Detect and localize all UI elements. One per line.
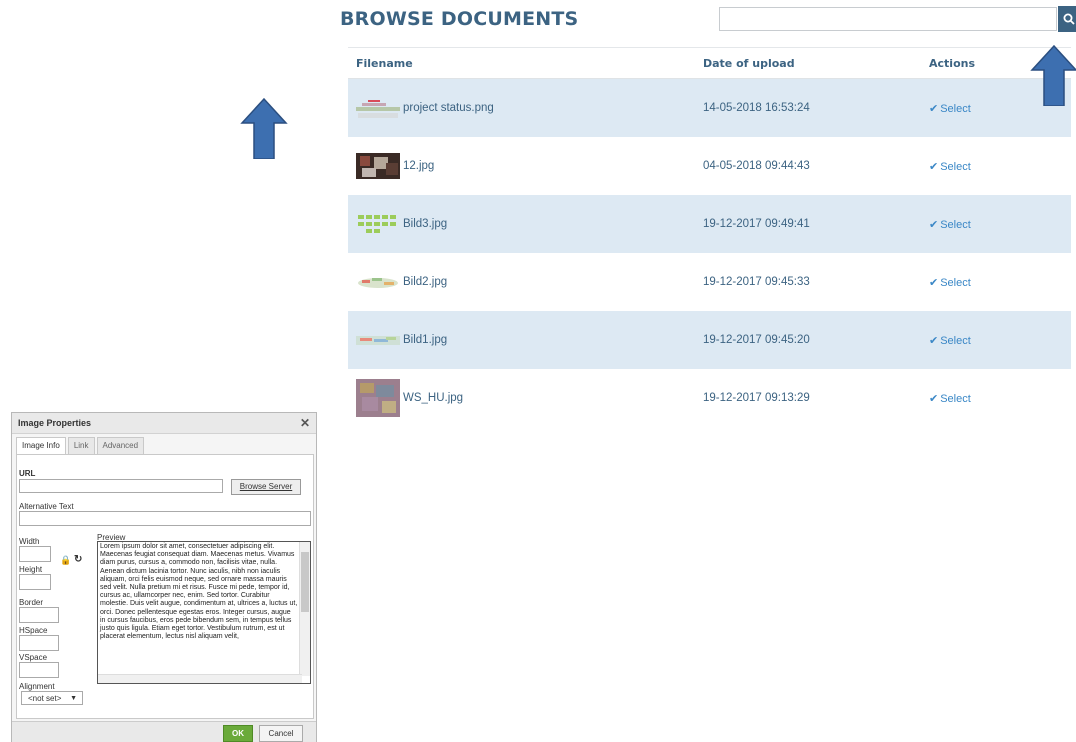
- browse-server-button[interactable]: Browse Server: [231, 479, 301, 495]
- alignment-value: <not set>: [28, 694, 62, 703]
- height-label: Height: [19, 565, 43, 574]
- upload-date: 14-05-2018 16:53:24: [695, 78, 921, 137]
- ok-button[interactable]: OK: [223, 725, 253, 742]
- upload-date: 19-12-2017 09:49:41: [695, 195, 921, 253]
- close-icon[interactable]: ✕: [300, 413, 310, 433]
- file-name[interactable]: Bild2.jpg: [403, 276, 447, 288]
- check-icon: ✔: [929, 102, 939, 115]
- column-header-date[interactable]: Date of upload: [695, 47, 921, 79]
- alt-text-label: Alternative Text: [19, 502, 74, 511]
- file-thumbnail[interactable]: [356, 269, 400, 295]
- tab-image-info[interactable]: Image Info: [16, 437, 66, 454]
- up-arrow-icon: [1030, 44, 1076, 106]
- vspace-label: VSpace: [19, 653, 48, 662]
- dropdown-arrow-icon: ▼: [70, 695, 77, 702]
- upload-date: 04-05-2018 09:44:43: [703, 160, 810, 172]
- file-name[interactable]: Bild1.jpg: [403, 334, 447, 346]
- select-link[interactable]: Select: [940, 219, 971, 231]
- select-link[interactable]: Select: [940, 103, 971, 115]
- table-row: 12.jpg 04-05-2018 09:44:43 ✔ Select: [348, 137, 1071, 195]
- file-name[interactable]: project status.png: [403, 102, 494, 114]
- url-field[interactable]: [19, 479, 223, 493]
- table-header-row: Filename Date of upload Actions: [348, 47, 1071, 79]
- hspace-label: HSpace: [19, 626, 48, 635]
- tab-advanced[interactable]: Advanced: [96, 437, 145, 454]
- documents-table: Filename Date of upload Actions project …: [348, 47, 1071, 427]
- table-row: Bild3.jpg 19-12-2017 09:49:41 ✔ Select: [348, 195, 1071, 253]
- check-icon: ✔: [929, 276, 939, 289]
- image-properties-dialog: Image Properties ✕ Image Info Link Advan…: [11, 412, 317, 742]
- up-arrow-icon: [240, 97, 288, 159]
- dialog-body: URL Browse Server Alternative Text Width…: [16, 454, 314, 719]
- table-row: Bild1.jpg 19-12-2017 09:45:20 ✔ Select: [348, 311, 1071, 369]
- preview-horizontal-scrollbar[interactable]: [98, 674, 302, 683]
- dialog-tabs: Image Info Link Advanced: [16, 437, 145, 454]
- check-icon: ✔: [929, 218, 939, 231]
- border-field[interactable]: [19, 607, 59, 623]
- file-thumbnail[interactable]: [356, 379, 400, 417]
- table-row: project status.png 14-05-2018 16:53:24 ✔…: [348, 78, 1071, 137]
- check-icon: ✔: [929, 334, 939, 347]
- select-link[interactable]: Select: [940, 277, 971, 289]
- file-thumbnail[interactable]: [356, 211, 400, 237]
- file-name[interactable]: Bild3.jpg: [403, 218, 447, 230]
- dialog-title: Image Properties: [18, 418, 92, 428]
- hspace-field[interactable]: [19, 635, 59, 651]
- file-thumbnail[interactable]: [356, 327, 400, 353]
- upload-date: 19-12-2017 09:13:29: [703, 392, 810, 404]
- check-icon: ✔: [929, 392, 939, 405]
- scrollbar-thumb[interactable]: [301, 552, 309, 612]
- tab-link[interactable]: Link: [67, 437, 95, 454]
- alt-text-field[interactable]: [19, 511, 311, 526]
- alignment-select[interactable]: <not set> ▼: [21, 691, 83, 705]
- column-header-filename[interactable]: Filename: [348, 47, 695, 79]
- file-thumbnail[interactable]: [356, 95, 400, 121]
- select-link[interactable]: Select: [940, 393, 971, 405]
- url-label: URL: [19, 469, 36, 478]
- select-link[interactable]: Select: [940, 161, 971, 173]
- preview-scrollbar[interactable]: [299, 542, 310, 676]
- table-row: WS_HU.jpg 19-12-2017 09:13:29 ✔ Select: [348, 369, 1071, 427]
- cancel-button[interactable]: Cancel: [259, 725, 303, 742]
- search-icon: [1063, 13, 1075, 25]
- check-icon: ✔: [929, 160, 939, 173]
- search-button[interactable]: [1058, 6, 1076, 32]
- file-name[interactable]: 12.jpg: [403, 160, 434, 172]
- preview-text: Lorem ipsum dolor sit amet, consectetuer…: [100, 543, 298, 641]
- select-link[interactable]: Select: [940, 335, 971, 347]
- preview-pane[interactable]: Lorem ipsum dolor sit amet, consectetuer…: [97, 541, 311, 684]
- reset-size-icon[interactable]: ↻: [74, 554, 82, 565]
- file-thumbnail[interactable]: [356, 153, 400, 179]
- dialog-title-bar[interactable]: Image Properties ✕: [12, 413, 316, 434]
- dialog-footer: OK Cancel: [12, 721, 316, 742]
- page-title: BROWSE DOCUMENTS: [340, 8, 579, 30]
- table-row: Bild2.jpg 19-12-2017 09:45:33 ✔ Select: [348, 253, 1071, 311]
- alignment-label: Alignment: [19, 682, 55, 691]
- height-field[interactable]: [19, 574, 51, 590]
- vspace-field[interactable]: [19, 662, 59, 678]
- border-label: Border: [19, 598, 44, 607]
- lock-icon[interactable]: 🔒: [60, 555, 71, 566]
- upload-date: 19-12-2017 09:45:33: [703, 276, 810, 288]
- width-label: Width: [19, 537, 40, 546]
- file-name[interactable]: WS_HU.jpg: [403, 392, 463, 404]
- search-input[interactable]: [719, 7, 1057, 31]
- width-field[interactable]: [19, 546, 51, 562]
- upload-date: 19-12-2017 09:45:20: [695, 311, 921, 369]
